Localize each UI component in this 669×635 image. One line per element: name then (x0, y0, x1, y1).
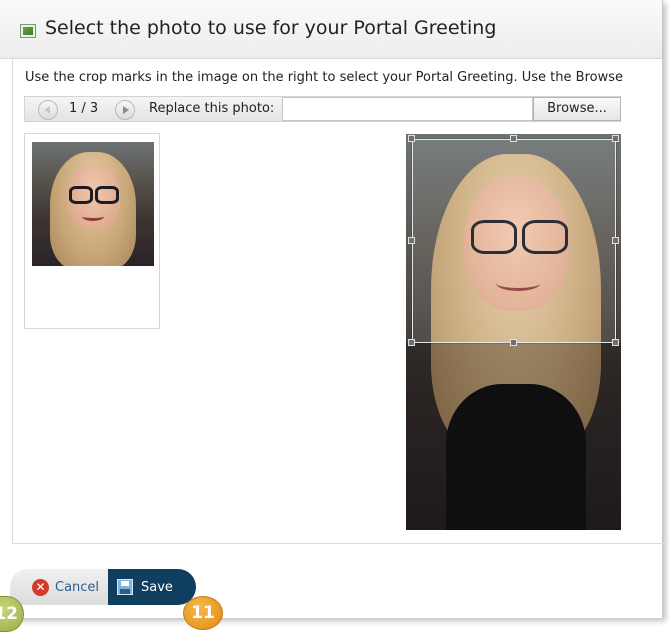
cancel-button[interactable]: ✕ Cancel (32, 569, 99, 605)
cancel-label: Cancel (55, 579, 100, 595)
crop-selection[interactable] (412, 139, 616, 343)
crop-handle-bottom-center[interactable] (510, 339, 517, 346)
dialog-footer: ✕ Cancel Save (10, 569, 196, 605)
dialog-title: Select the photo to use for your Portal … (45, 17, 497, 39)
image-icon (20, 24, 36, 38)
crop-dim-overlay (406, 343, 621, 530)
browse-button[interactable]: Browse... (533, 97, 621, 121)
photo-thumbnail-frame[interactable] (24, 133, 160, 329)
replace-photo-file-input[interactable] (282, 97, 533, 121)
crop-handle-top-right[interactable] (612, 135, 619, 142)
next-arrow-icon (123, 106, 129, 114)
save-button[interactable]: Save (108, 569, 196, 605)
crop-handle-top-left[interactable] (408, 135, 415, 142)
instruction-text: Use the crop marks in the image on the r… (25, 70, 623, 85)
photo-thumbnail (32, 142, 154, 266)
photo-pager: 1 / 3 (69, 101, 99, 116)
crop-handle-bottom-left[interactable] (408, 339, 415, 346)
crop-handle-bottom-right[interactable] (612, 339, 619, 346)
replace-photo-label: Replace this photo: (149, 101, 275, 116)
crop-image[interactable] (406, 134, 621, 530)
step-badge-save: 11 (183, 596, 223, 630)
save-label: Save (141, 579, 173, 595)
dialog-content: Use the crop marks in the image on the r… (12, 59, 665, 544)
cancel-x-icon: ✕ (32, 578, 49, 596)
crop-handle-top-center[interactable] (510, 135, 517, 142)
floppy-disk-icon (117, 579, 133, 595)
next-photo-button[interactable] (115, 100, 135, 120)
photo-toolbar: 1 / 3 Replace this photo: Browse... (24, 96, 621, 122)
dialog-header: Select the photo to use for your Portal … (0, 0, 662, 59)
previous-photo-button[interactable] (38, 100, 58, 120)
crop-handle-middle-left[interactable] (408, 237, 415, 244)
crop-handle-middle-right[interactable] (612, 237, 619, 244)
photo-select-dialog: Select the photo to use for your Portal … (0, 0, 665, 618)
previous-arrow-icon (44, 106, 50, 114)
